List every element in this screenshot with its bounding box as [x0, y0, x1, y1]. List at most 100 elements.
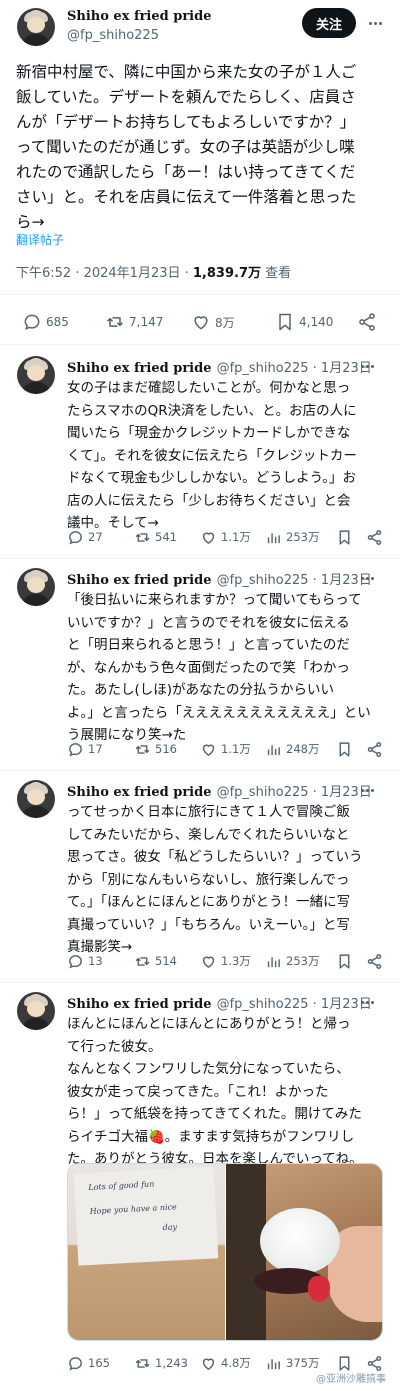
- more-options-icon[interactable]: [361, 577, 374, 580]
- bookmark-button[interactable]: [336, 951, 353, 971]
- bookmark-icon: [339, 1355, 350, 1371]
- avatar[interactable]: [17, 8, 55, 46]
- reply-actions: 27 541 1.1万 253万: [0, 527, 400, 547]
- bookmark-button[interactable]: [336, 527, 353, 547]
- avatar-face: [27, 365, 45, 381]
- reply-icon: [69, 742, 82, 756]
- like-button[interactable]: 1.1万: [200, 739, 251, 759]
- like-count: 1.1万: [221, 742, 251, 756]
- retweet-count: 7,147: [129, 315, 164, 329]
- retweet-button[interactable]: 541: [134, 527, 177, 547]
- retweet-icon: [135, 956, 150, 966]
- avatar[interactable]: [17, 992, 55, 1030]
- like-button[interactable]: 1.1万: [200, 527, 251, 547]
- reply-count: 685: [46, 315, 69, 329]
- heart-icon: [194, 316, 208, 330]
- reply-icon: [69, 954, 82, 968]
- avatar-face: [27, 1001, 45, 1017]
- reply-tweet[interactable]: Shiho ex fried pride @fp_shiho225 · 1月23…: [0, 780, 400, 980]
- reply-button[interactable]: 27: [67, 527, 103, 547]
- tweet-time[interactable]: 下午6:52 · 2024年1月23日 ·: [16, 266, 193, 281]
- views-icon: [267, 1358, 280, 1369]
- handle-date[interactable]: @fp_shiho225 · 1月23日: [217, 785, 372, 800]
- views-icon: [267, 956, 280, 967]
- handle-date[interactable]: @fp_shiho225 · 1月23日: [217, 361, 372, 376]
- follow-button[interactable]: 关注: [302, 8, 356, 38]
- reply-button[interactable]: 685: [22, 310, 69, 334]
- avatar[interactable]: [17, 568, 55, 606]
- avatar-body: [21, 594, 51, 606]
- note-line-2: Hope you have a nice: [89, 1202, 177, 1216]
- author-name[interactable]: Shiho ex fried pride: [67, 9, 211, 24]
- views-button[interactable]: 248万: [265, 739, 319, 759]
- more-options-icon[interactable]: [361, 365, 374, 368]
- views-button[interactable]: 253万: [265, 527, 319, 547]
- reply-icon: [69, 1356, 82, 1370]
- share-button[interactable]: [366, 951, 383, 971]
- daifuku: [260, 1208, 340, 1274]
- like-button[interactable]: 1.3万: [200, 951, 251, 971]
- note-line-1: Lots of good fun: [88, 1179, 155, 1192]
- reply-count: 13: [88, 954, 103, 968]
- note-line-3: day: [162, 1222, 178, 1233]
- bookmark-button[interactable]: [336, 739, 353, 759]
- tweet-meta: 下午6:52 · 2024年1月23日 · 1,839.7万 查看: [16, 262, 291, 281]
- attached-photos: Lots of good fun Hope you have a nice da…: [67, 1163, 383, 1341]
- reply-text: ってせっかく日本に旅行にきて１人で冒険ご飯 してみたいだから、楽しんでくれたらい…: [67, 804, 363, 955]
- retweet-icon: [135, 744, 150, 754]
- reply-count: 27: [88, 530, 103, 544]
- reply-tweet[interactable]: Shiho ex fried pride @fp_shiho225 · 1月23…: [0, 356, 400, 556]
- retweet-button[interactable]: 516: [134, 739, 177, 759]
- share-button[interactable]: [366, 527, 383, 547]
- retweet-icon: [135, 1358, 150, 1368]
- avatar-body: [21, 1018, 51, 1030]
- like-count: 8万: [215, 315, 235, 330]
- view-count: 1,839.7万: [192, 266, 261, 281]
- reply-actions: 17 516 1.1万 248万: [0, 739, 400, 759]
- avatar[interactable]: [17, 356, 55, 394]
- views-count: 253万: [286, 954, 320, 968]
- bookmark-button[interactable]: 4,140: [275, 310, 333, 334]
- paper-bag: [226, 1164, 266, 1340]
- divider: [0, 770, 400, 771]
- more-options-icon[interactable]: [369, 22, 382, 25]
- retweet-button[interactable]: 514: [134, 951, 177, 971]
- reply-header: Shiho ex fried pride @fp_shiho225 · 1月23…: [67, 993, 372, 1012]
- reply-icon: [69, 530, 82, 544]
- photo-strawberry-daifuku[interactable]: [226, 1164, 382, 1340]
- photo-handwritten-note[interactable]: Lots of good fun Hope you have a nice da…: [68, 1164, 225, 1340]
- author-name[interactable]: Shiho ex fried pride: [67, 573, 211, 588]
- bookmark-icon: [339, 953, 350, 969]
- views-count: 248万: [286, 742, 320, 756]
- share-button[interactable]: [357, 310, 377, 334]
- more-options-icon[interactable]: [361, 789, 374, 792]
- views-button[interactable]: 375万: [265, 1353, 319, 1373]
- author-handle[interactable]: @fp_shiho225: [67, 28, 211, 43]
- retweet-button[interactable]: 1,243: [134, 1353, 188, 1373]
- translate-link[interactable]: 翻译帖子: [16, 231, 64, 248]
- reply-header: Shiho ex fried pride @fp_shiho225 · 1月23…: [67, 357, 372, 376]
- reply-button[interactable]: 17: [67, 739, 103, 759]
- handle-date[interactable]: @fp_shiho225 · 1月23日: [217, 573, 372, 588]
- author-name[interactable]: Shiho ex fried pride: [67, 361, 211, 376]
- share-button[interactable]: [366, 739, 383, 759]
- reply-button[interactable]: 13: [67, 951, 103, 971]
- handle-date[interactable]: @fp_shiho225 · 1月23日: [217, 997, 372, 1012]
- retweet-button[interactable]: 7,147: [105, 310, 163, 334]
- reply-button[interactable]: 165: [67, 1353, 110, 1373]
- heart-icon: [202, 956, 215, 968]
- more-options-icon[interactable]: [361, 1001, 374, 1004]
- author-name[interactable]: Shiho ex fried pride: [67, 997, 211, 1012]
- like-button[interactable]: 8万: [191, 310, 235, 334]
- heart-icon: [202, 744, 215, 756]
- share-icon: [367, 529, 382, 545]
- reply-tweet[interactable]: Shiho ex fried pride @fp_shiho225 · 1月23…: [0, 568, 400, 768]
- author-name[interactable]: Shiho ex fried pride: [67, 785, 211, 800]
- views-button[interactable]: 253万: [265, 951, 319, 971]
- views-label: 查看: [261, 266, 292, 281]
- avatar-body: [21, 382, 51, 394]
- bookmark-count: 4,140: [299, 315, 334, 329]
- avatar[interactable]: [17, 780, 55, 818]
- heart-icon: [202, 532, 215, 544]
- like-button[interactable]: 4.8万: [200, 1353, 251, 1373]
